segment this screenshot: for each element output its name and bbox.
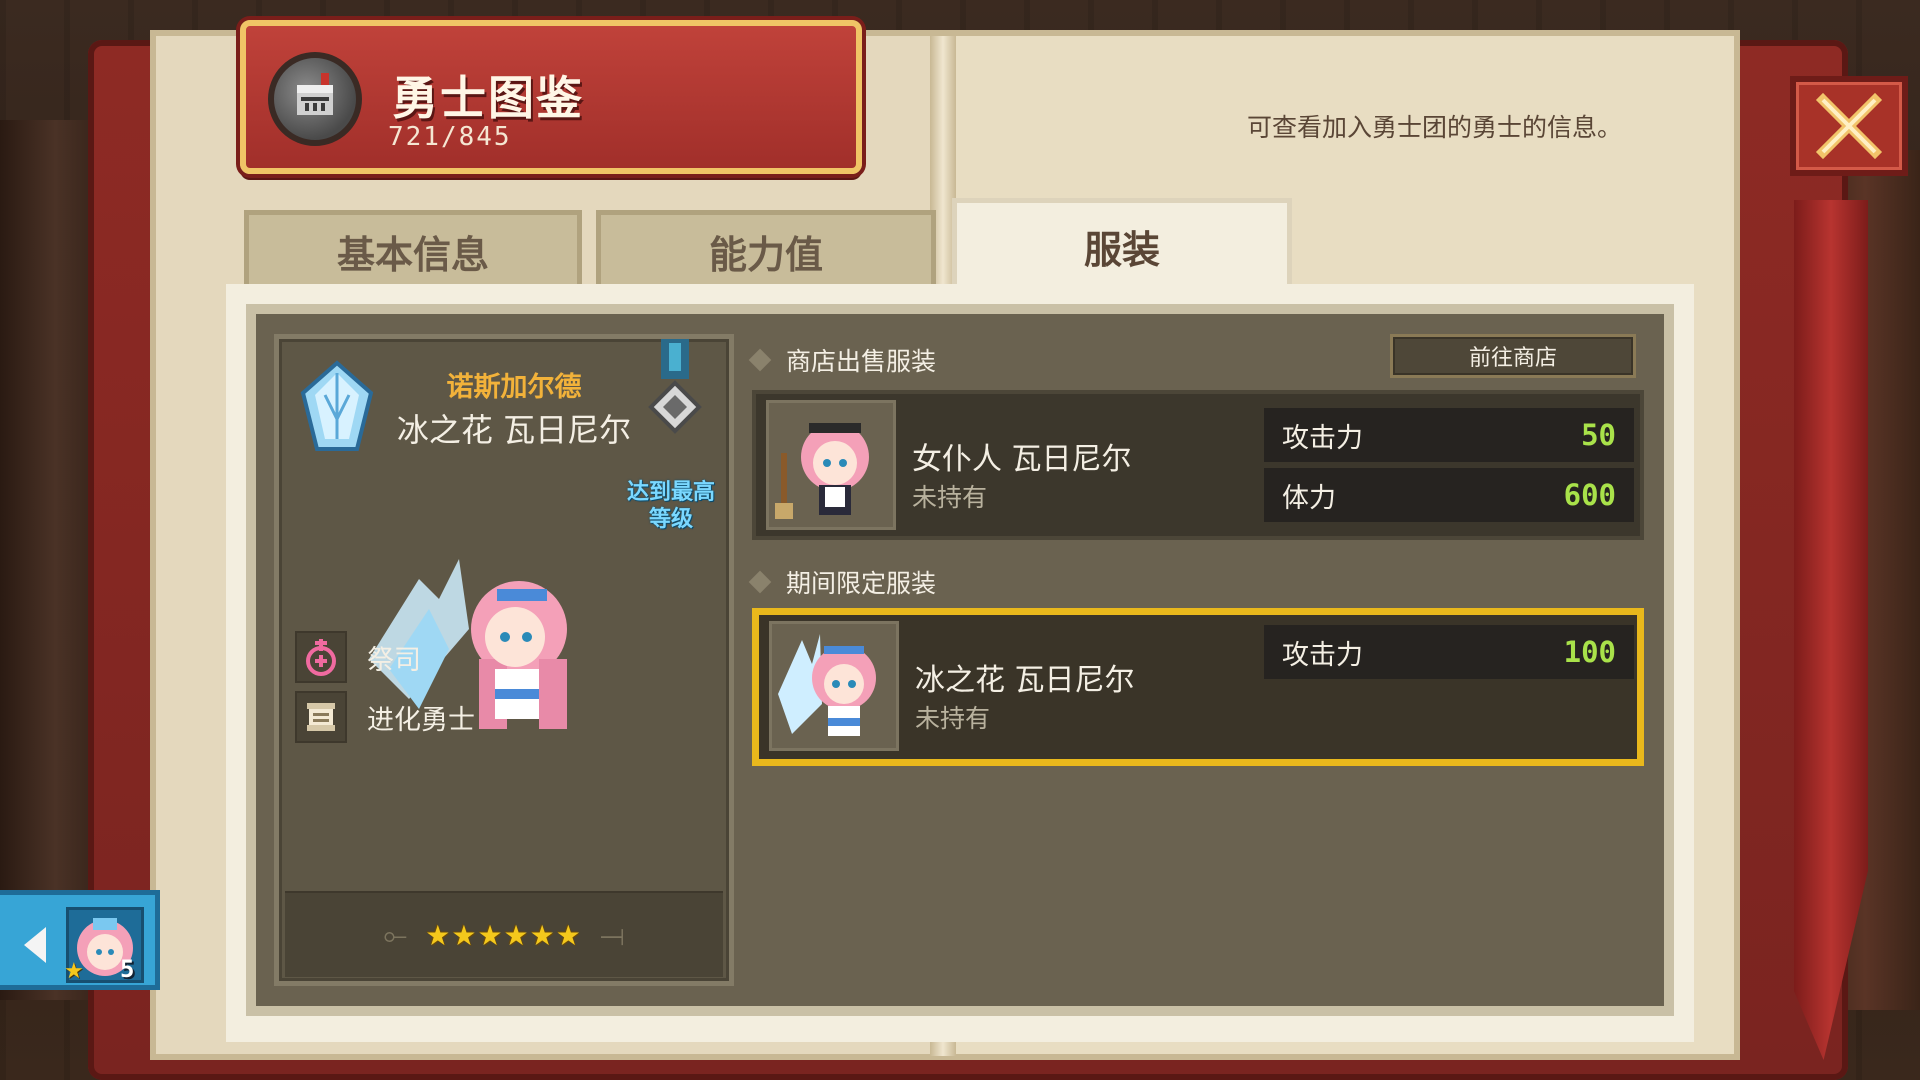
collection-count: 721/845 xyxy=(388,122,512,152)
hero-panel: 诺斯加尔德 冰之花 瓦日尼尔 达到最高等级 祭司 进化勇士 ⟜ ★★★★★★ ⟞ xyxy=(274,334,734,986)
limited-section-heading: 期间限定服装 xyxy=(748,564,937,600)
hero-level: 5 xyxy=(120,955,135,983)
close-button[interactable] xyxy=(1790,76,1908,176)
ornament-right-icon: ⟞ xyxy=(599,917,625,953)
header-description: 可查看加入勇士团的勇士的信息。 xyxy=(1246,113,1622,142)
costume-status: 未持有 xyxy=(912,483,988,512)
background-shelf-left xyxy=(0,120,92,1000)
ornament-left-icon: ⟜ xyxy=(383,917,408,953)
stat-row-health: 体力 600 xyxy=(1264,468,1634,522)
hero-switch-button[interactable]: ★ 5 xyxy=(0,890,160,990)
hero-type-row: 进化勇士 xyxy=(295,691,475,743)
helmet-icon xyxy=(268,52,362,146)
hero-role-row: 祭司 xyxy=(295,631,421,683)
arrow-left-icon xyxy=(24,927,46,963)
stat-value: 600 xyxy=(1563,478,1616,512)
tab-basic-info[interactable]: 基本信息 xyxy=(244,210,582,288)
shop-section-label: 商店出售服装 xyxy=(786,347,937,376)
costume-name: 冰之花 瓦日尼尔 xyxy=(915,663,1135,698)
scroll-icon xyxy=(295,691,347,743)
stat-row-attack: 攻击力 50 xyxy=(1264,408,1634,462)
crystal-icon xyxy=(300,360,374,451)
tab-costume[interactable]: 服装 xyxy=(952,198,1292,290)
costume-card-maid[interactable]: 女仆人 瓦日尼尔 未持有 攻击力 50 体力 600 xyxy=(752,390,1644,540)
tab-stats[interactable]: 能力值 xyxy=(596,210,936,288)
goto-shop-button[interactable]: 前往商店 xyxy=(1390,334,1636,378)
close-icon xyxy=(1815,92,1883,160)
costume-name: 女仆人 瓦日尼尔 xyxy=(912,442,1132,477)
star-icon: ★ xyxy=(64,959,84,984)
stat-row-attack: 攻击力 100 xyxy=(1264,625,1634,679)
diamond-bullet-icon xyxy=(748,570,772,594)
hero-title: 诺斯加尔德 xyxy=(446,372,582,403)
costume-thumbnail xyxy=(769,621,899,751)
priest-icon xyxy=(295,631,347,683)
stat-value: 50 xyxy=(1581,418,1616,452)
star-rating: ★★★★★★ xyxy=(425,918,582,952)
max-level-badge: 达到最高等级 xyxy=(626,480,715,532)
shop-section-heading: 商店出售服装 xyxy=(748,342,937,378)
diamond-bullet-icon xyxy=(748,348,772,372)
hero-role: 祭司 xyxy=(367,644,421,676)
title-plate: 勇士图鉴 721/845 xyxy=(240,20,862,174)
costume-thumbnail xyxy=(766,400,896,530)
stat-label: 体力 xyxy=(1282,482,1336,514)
hero-name: 冰之花 瓦日尼尔 xyxy=(396,411,632,449)
costume-status: 未持有 xyxy=(915,704,991,733)
page-title: 勇士图鉴 xyxy=(392,71,584,125)
stat-label: 攻击力 xyxy=(1282,639,1363,671)
medal-icon xyxy=(648,339,702,434)
limited-section-label: 期间限定服装 xyxy=(786,569,937,598)
stat-value: 100 xyxy=(1563,635,1616,669)
star-rating-bar: ⟜ ★★★★★★ ⟞ xyxy=(285,891,723,977)
costume-card-ice-flower[interactable]: 冰之花 瓦日尼尔 未持有 攻击力 100 xyxy=(752,608,1644,766)
stat-label: 攻击力 xyxy=(1282,422,1363,454)
hero-type: 进化勇士 xyxy=(367,704,475,736)
